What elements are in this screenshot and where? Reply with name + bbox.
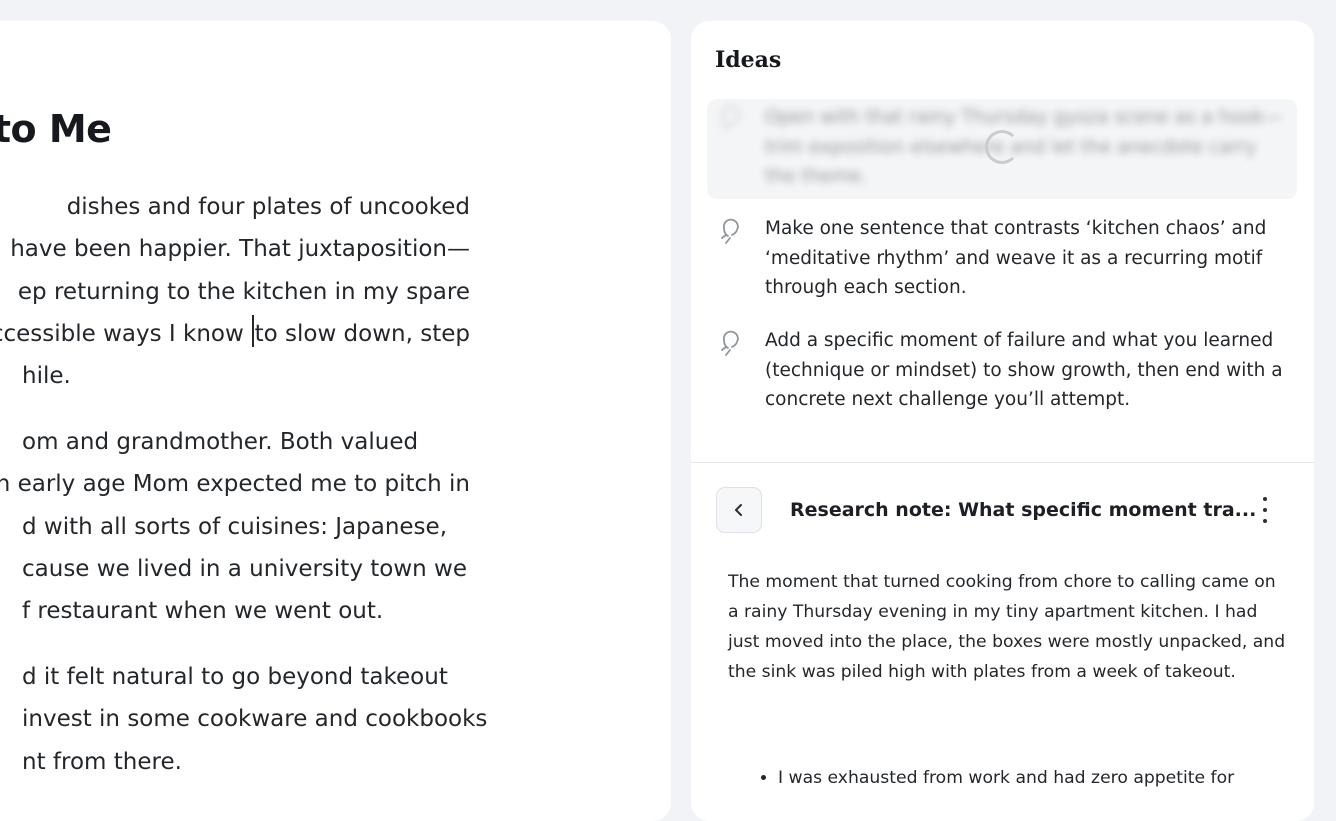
text-line: hile. [22,363,71,390]
research-note-body: The moment that turned cooking from chor… [728,572,1286,682]
ideas-heading: Ideas [715,47,782,73]
document-editor[interactable]: s to Me dishes and four plates of uncook… [0,21,671,821]
section-divider [691,462,1314,463]
text-caret [252,314,254,347]
text-line: d it felt natural to go beyond takeout [22,664,448,690]
paragraph-2[interactable]: om and grandmother. Both valued n early … [0,421,470,632]
more-options-icon[interactable] [1255,497,1275,523]
list-item: I was exhausted from work and had zero a… [778,763,1314,793]
research-note-header: Research note: What specific moment tra.… [716,487,1291,535]
research-note-title: Research note: What specific moment tra.… [790,499,1257,521]
idea-text: Make one sentence that contrasts ‘kitche… [765,218,1267,298]
document-title[interactable]: s to Me [0,107,112,151]
text-line: nt from there. [22,748,182,775]
text-line-with-caret: ccessible ways I know to slow down, step [0,313,470,355]
idea-item[interactable]: Add a specific moment of failure and wha… [719,326,1289,415]
text-segment: to slow down, step [254,320,470,347]
text-line: invest in some cookware and cookbooks [22,706,488,733]
lightbulb-icon [719,328,749,362]
text-line: ep returning to the kitchen in my spare [17,278,470,305]
idea-text: Add a specific moment of failure and wha… [765,330,1283,410]
idea-text: Open with that rainy Thursday gyoza scen… [765,107,1283,187]
loading-spinner-icon [985,130,1019,164]
chevron-left-icon [735,504,742,516]
lightbulb-icon [719,105,749,137]
back-button[interactable] [716,487,762,533]
text-line: d with all sorts of cuisines: Japanese, [22,513,448,540]
lightbulb-icon [719,216,749,250]
text-line: cause we lived in a university town we [22,555,467,582]
text-line: f restaurant when we went out. [22,598,384,625]
text-segment: ccessible ways I know [0,320,244,347]
paragraph-1[interactable]: dishes and four plates of uncooked have … [0,186,470,397]
text-line: n early age Mom expected me to pitch in [0,471,470,498]
paragraph-3[interactable]: d it felt natural to go beyond takeout i… [0,656,488,783]
idea-item[interactable]: Make one sentence that contrasts ‘kitche… [719,214,1289,303]
text-line: om and grandmother. Both valued [22,429,419,455]
text-line: dishes and four plates of uncooked [66,194,470,220]
research-note-bullets: I was exhausted from work and had zero a… [746,763,1314,793]
ideas-sidebar: Ideas Open with that rainy Thursday gyoz… [691,21,1314,821]
text-line: have been happier. That juxtaposition— [10,236,470,263]
